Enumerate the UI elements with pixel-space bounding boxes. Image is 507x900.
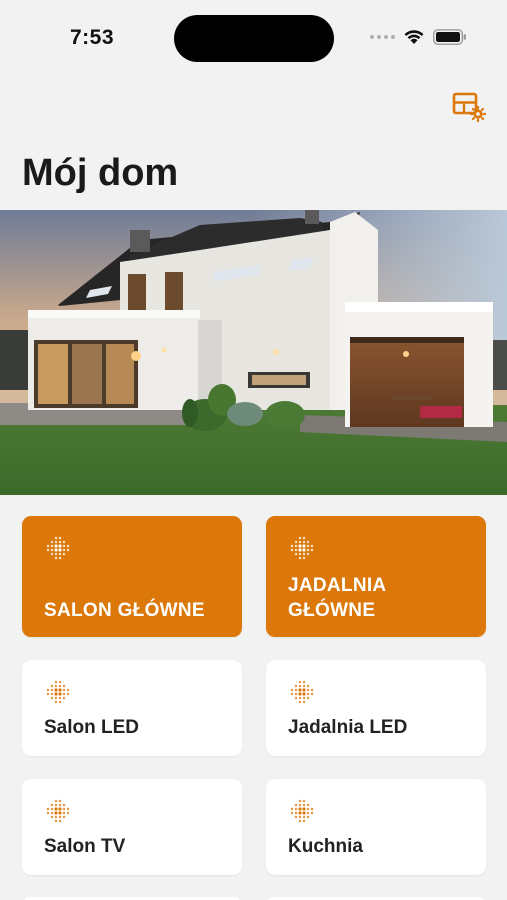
tile-jadalnia-glowne[interactable]: JADALNIA GŁÓWNE bbox=[266, 516, 486, 637]
light-dots-icon bbox=[290, 536, 314, 560]
light-dots-icon bbox=[290, 680, 314, 704]
tile-salon-glowne[interactable]: SALON GŁÓWNE bbox=[22, 516, 242, 637]
dynamic-island bbox=[174, 15, 334, 62]
tile-kuchnia[interactable]: Kuchnia bbox=[266, 779, 486, 875]
tile-label: Kuchnia bbox=[288, 836, 363, 857]
light-dots-icon bbox=[46, 536, 70, 560]
light-dots-icon bbox=[46, 799, 70, 823]
tile-label: Salon LED bbox=[44, 717, 140, 738]
tile-salon-led[interactable]: Salon LED bbox=[22, 660, 242, 756]
layout-settings-button[interactable] bbox=[452, 92, 487, 123]
tile-label: Jadalnia LED bbox=[288, 717, 408, 738]
status-bar: 7:53 bbox=[0, 0, 507, 78]
status-icons bbox=[370, 28, 467, 45]
house-photo bbox=[0, 210, 507, 495]
light-dots-icon bbox=[290, 799, 314, 823]
page-title: Mój dom bbox=[22, 152, 179, 194]
tile-jadalnia-led[interactable]: Jadalnia LED bbox=[266, 660, 486, 756]
tile-label: SALON GŁÓWNE bbox=[44, 600, 205, 621]
tile-label: JADALNIA GŁÓWNE bbox=[288, 575, 386, 621]
light-dots-icon bbox=[46, 680, 70, 704]
battery-icon bbox=[433, 28, 466, 45]
tile-label: Salon TV bbox=[44, 836, 126, 857]
layout-settings-icon bbox=[452, 92, 487, 123]
status-time: 7:53 bbox=[70, 26, 115, 49]
wifi-icon bbox=[404, 30, 424, 44]
cellular-signal-icon bbox=[370, 34, 395, 39]
tile-salon-tv[interactable]: Salon TV bbox=[22, 779, 242, 875]
